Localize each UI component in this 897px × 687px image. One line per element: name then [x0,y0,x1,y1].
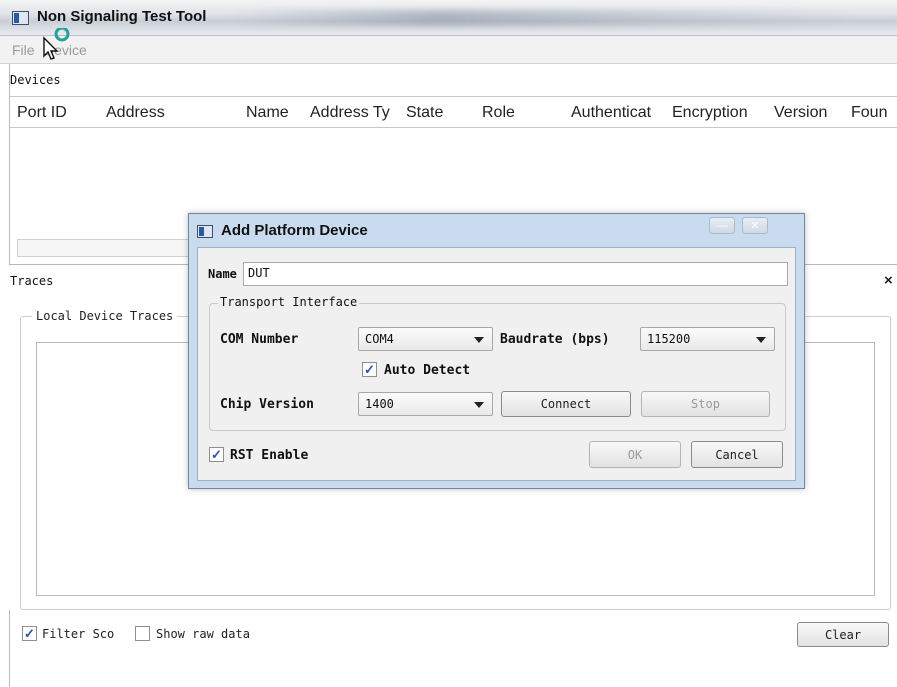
column-header[interactable]: Port ID [17,104,97,122]
app-icon [12,11,29,25]
window-left-edge [9,610,10,687]
column-header[interactable]: State [406,104,476,122]
cancel-button[interactable]: Cancel [691,441,783,468]
chevron-down-icon [474,402,484,408]
local-device-traces-title: Local Device Traces [32,309,178,323]
column-header[interactable]: Address [106,104,236,122]
menu-file[interactable]: File [12,42,35,58]
title-bar-glass [230,10,850,26]
menu-device[interactable]: Device [44,42,87,58]
chevron-down-icon [756,337,766,343]
com-number-label: COM Number [220,332,299,347]
devices-label: Devices [10,73,61,87]
column-header[interactable]: Name [246,104,306,122]
title-bar: Non Signaling Test Tool [0,0,897,36]
devices-table-header: Port ID Address Name Address Ty State Ro… [10,96,897,128]
chip-version-select[interactable]: 1400 [358,392,493,416]
baudrate-value: 115200 [647,332,691,346]
chip-version-label: Chip Version [220,397,314,412]
com-number-value: COM4 [365,332,394,346]
filter-sco-label: Filter Sco [42,627,115,641]
column-header[interactable]: Version [774,104,848,122]
auto-detect-label: Auto Detect [384,363,471,378]
stop-button[interactable]: Stop [641,391,770,417]
chevron-down-icon [474,337,484,343]
transport-interface-title: Transport Interface [218,295,360,309]
rst-enable-label: RST Enable [230,448,309,463]
chip-version-value: 1400 [365,397,394,411]
traces-label: Traces [10,274,54,288]
column-header[interactable]: Encryption [672,104,769,122]
add-platform-device-dialog: Add Platform Device — ✕ Name DUT Transpo… [188,213,805,489]
name-label: Name [208,267,237,281]
dialog-title: Add Platform Device [221,222,368,239]
clear-button[interactable]: Clear [797,622,889,647]
column-header[interactable]: Address Ty [310,104,402,122]
show-raw-data-label: Show raw data [156,627,250,641]
devices-horizontal-scrollbar[interactable] [17,239,189,257]
connect-button[interactable]: Connect [501,391,631,417]
baudrate-label: Baudrate (bps) [500,332,610,347]
column-header[interactable]: Authenticat [571,104,668,122]
auto-detect-checkbox[interactable]: ✓ [362,362,377,377]
close-icon[interactable]: ✕ [742,217,768,234]
dialog-app-icon [197,225,213,238]
ok-button[interactable]: OK [589,441,681,468]
show-raw-data-checkbox[interactable] [135,626,150,641]
menu-bar: File Device [0,36,897,64]
filter-sco-checkbox[interactable]: ✓ [22,626,37,641]
traces-close-icon[interactable]: × [884,272,893,289]
name-input[interactable]: DUT [243,262,788,286]
window-title: Non Signaling Test Tool [37,8,207,25]
baudrate-select[interactable]: 115200 [640,327,775,351]
column-header[interactable]: Foun [851,104,897,122]
rst-enable-checkbox[interactable]: ✓ [209,447,224,462]
column-header[interactable]: Role [482,104,562,122]
dialog-body: Name DUT Transport Interface COM Number … [197,247,796,481]
minimize-icon[interactable]: — [709,217,735,234]
com-number-select[interactable]: COM4 [358,327,493,351]
